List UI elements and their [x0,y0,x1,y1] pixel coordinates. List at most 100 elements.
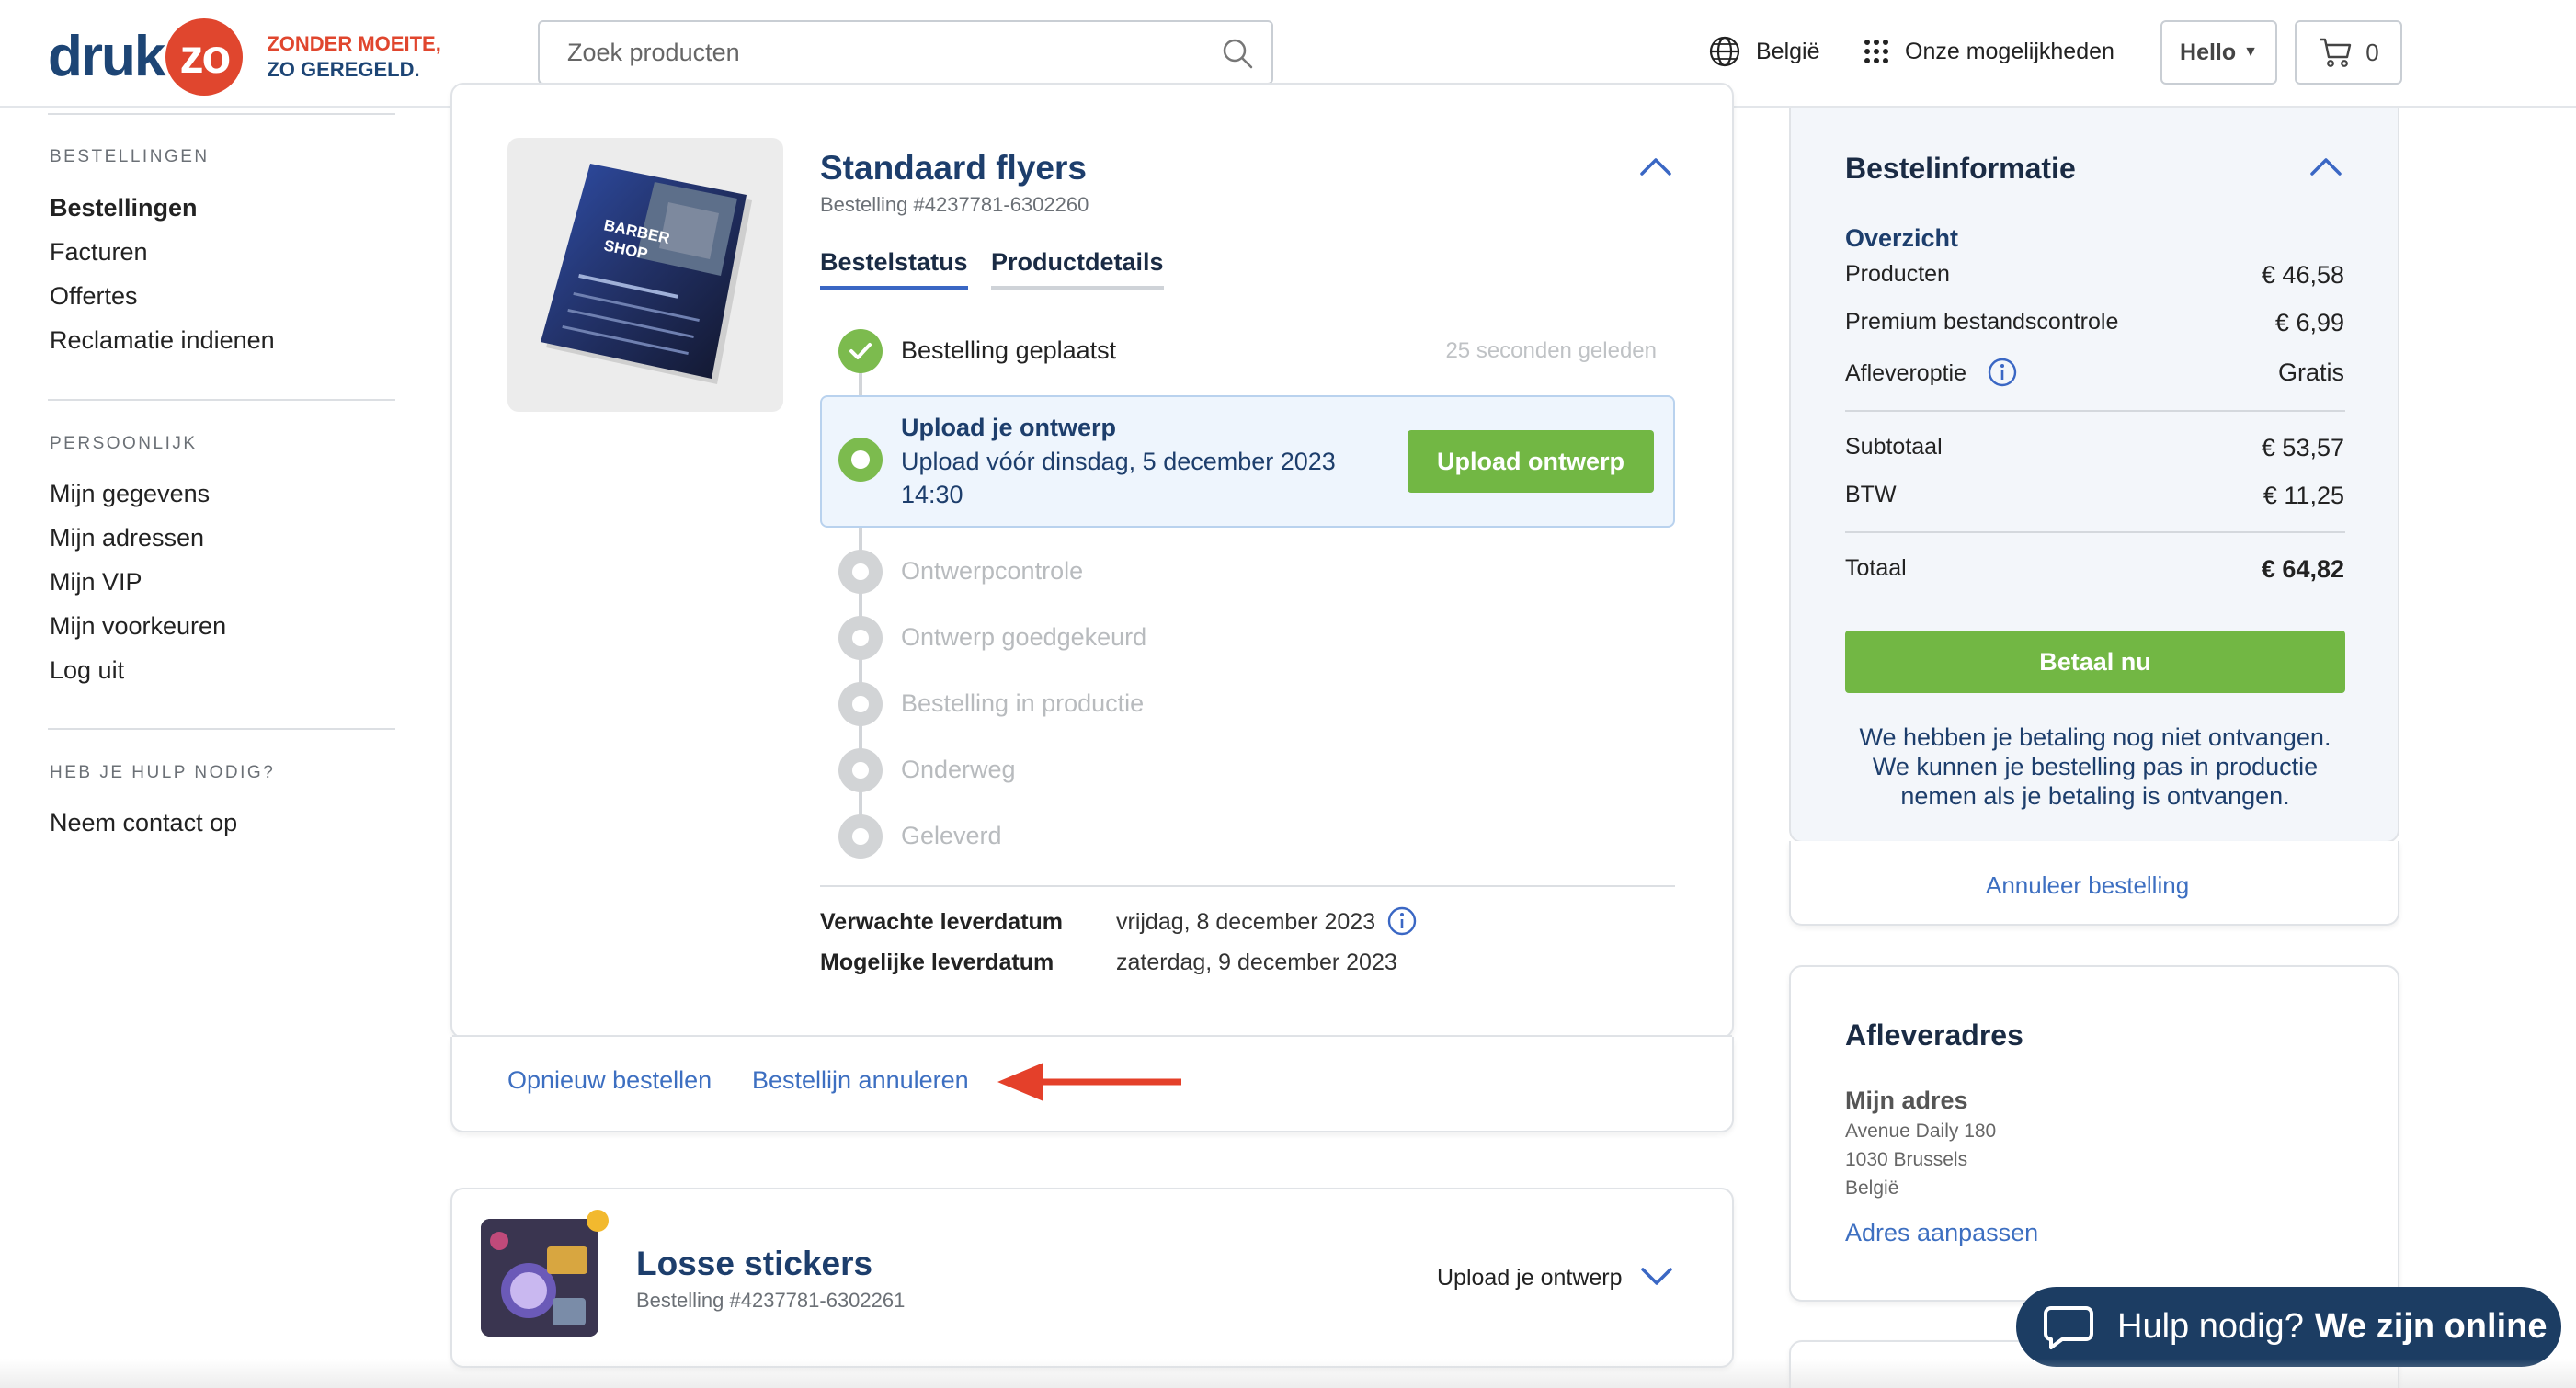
flyer-illustration: BARBER SHOP [541,164,752,384]
info-icon[interactable] [1987,357,2018,388]
cart-count: 0 [2365,38,2379,66]
step-pending-dot [838,682,883,726]
chevron-up-icon[interactable] [1639,156,1672,176]
product-title: Losse stickers [636,1245,873,1282]
account-label: Hello [2180,39,2237,65]
cancel-order-link[interactable]: Annuleer bestelling [1986,871,2189,900]
step-label: Bestelling geplaatst [901,336,1117,364]
upload-design-button[interactable]: Upload ontwerp [1408,430,1654,493]
address-country: België [1845,1178,1899,1199]
address-city: 1030 Brussels [1845,1149,1968,1170]
possible-delivery-value: zaterdag, 9 december 2023 [1116,950,1397,975]
sidebar-divider [48,728,395,730]
order-info-title: Bestelinformatie [1845,152,2076,185]
sidebar-heading-help: HEB JE HULP NODIG? [50,763,276,782]
cancel-order-line-link[interactable]: Bestellijn annuleren [752,1066,969,1095]
delivery-address-title: Afleveradres [1845,1018,2023,1052]
total-value: € 64,82 [2261,555,2344,583]
grid-dots-icon [1864,40,1888,63]
chat-widget-button[interactable]: Hulp nodig? We zijn online [2016,1287,2561,1367]
country-selector[interactable]: België [1708,31,1820,72]
order-status-text: Upload je ontwerp [1437,1265,1623,1291]
sidebar-heading-personal: PERSOONLIJK [50,434,198,453]
tab-product-details[interactable]: Productdetails [991,248,1164,290]
options-label: Onze mogelijkheden [1905,38,2114,64]
account-button[interactable]: Hello ▼ [2160,20,2277,85]
step-label: Onderweg [901,756,1016,783]
subtotal-value: € 53,57 [2261,434,2344,461]
upload-step-title: Upload je ontwerp [901,414,1117,441]
sidebar-item-logout[interactable]: Log uit [50,656,124,685]
step-timestamp: 25 seconden geleden [1445,338,1657,363]
globe-icon [1709,36,1740,67]
product-title: Standaard flyers [820,149,1087,187]
cart-icon [2320,38,2352,67]
logo-druk-text: druk [48,25,165,88]
options-menu[interactable]: Onze mogelijkheden [1863,31,2114,72]
chevron-down-icon[interactable] [1640,1267,1673,1287]
reorder-link[interactable]: Opnieuw bestellen [507,1066,712,1095]
upload-deadline-text: Upload vóór dinsdag, 5 december 2023 14:… [901,448,1336,508]
step-pending-dot [838,814,883,859]
sidebar-item-my-vip[interactable]: Mijn VIP [50,568,142,597]
order-number: Bestelling #4237781-6302260 [820,193,1089,216]
tab-order-status[interactable]: Bestelstatus [820,248,968,290]
cart-button[interactable]: 0 [2295,20,2402,85]
chat-bubble-icon [2044,1305,2093,1349]
vat-label: BTW [1845,482,1897,507]
sidebar-item-orders[interactable]: Bestellingen [50,194,198,222]
chat-text: Hulp nodig? [2117,1307,2304,1346]
step-label: Bestelling in productie [901,689,1145,717]
address-street: Avenue Daily 180 [1845,1121,1997,1142]
sidebar-heading-orders: BESTELLINGEN [50,147,210,166]
order-number: Bestelling #4237781-6302261 [636,1289,906,1312]
info-icon[interactable] [1386,905,1418,937]
sidebar-item-quotes[interactable]: Offertes [50,282,138,311]
vat-value: € 11,25 [2263,482,2344,509]
status-indicator-dot [587,1210,609,1232]
step-current-dot [838,438,883,482]
logo[interactable]: druk zo ZONDER MOEITE, ZO GEREGELD. [48,18,441,96]
sidebar-item-contact[interactable]: Neem contact op [50,809,237,837]
price-row-value: Gratis [2277,358,2344,386]
step-done-dot [838,329,883,373]
caret-down-icon: ▼ [2243,44,2258,60]
expected-delivery-value: vrijdag, 8 december 2023 [1116,909,1376,935]
sidebar-item-complaint[interactable]: Reclamatie indienen [50,326,275,355]
pay-now-button[interactable]: Betaal nu [1845,631,2345,693]
annotation-arrow-icon [997,1063,1181,1101]
bottom-fade [0,1359,2576,1388]
sidebar-divider [48,399,395,401]
price-divider [1845,410,2345,412]
step-label: Geleverd [901,822,1002,849]
price-row-label: Premium bestandscontrole [1845,309,2119,335]
search-box [538,20,1273,85]
possible-delivery-label: Mogelijke leverdatum [820,950,1054,975]
logo-tagline: ZONDER MOEITE, ZO GEREGELD. [267,31,440,83]
payment-note: We hebben je betaling nog niet ontvangen… [1859,723,2331,810]
price-row-value: € 6,99 [2274,309,2344,336]
sidebar-item-preferences[interactable]: Mijn voorkeuren [50,612,226,641]
sidebar-item-invoices[interactable]: Facturen [50,238,148,267]
search-input[interactable] [567,22,1192,83]
delivery-divider [820,885,1675,887]
sidebar-item-my-details[interactable]: Mijn gegevens [50,480,210,508]
chat-text-bold: We zijn online [2314,1307,2548,1346]
country-label: België [1756,38,1820,64]
price-row-label: Producten [1845,261,1950,287]
logo-tagline-line-1: ZONDER MOEITE, [267,32,441,55]
product-image-flyer: BARBER SHOP [507,138,783,412]
chevron-up-icon[interactable] [2309,156,2342,176]
logo-zo-circle: zo [165,18,244,96]
step-label: Ontwerpcontrole [901,557,1084,585]
address-name: Mijn adres [1845,1087,1968,1114]
price-divider [1845,531,2345,533]
sidebar-item-my-addresses[interactable]: Mijn adressen [50,524,204,552]
step-pending-dot [838,616,883,660]
step-label: Ontwerp goedgekeurd [901,623,1147,651]
sidebar-divider [48,113,395,115]
logo-tagline-line-2: ZO GEREGELD. [267,58,420,81]
search-icon[interactable] [1222,38,1253,69]
edit-address-link[interactable]: Adres aanpassen [1845,1219,2038,1247]
total-label: Totaal [1845,555,1907,581]
